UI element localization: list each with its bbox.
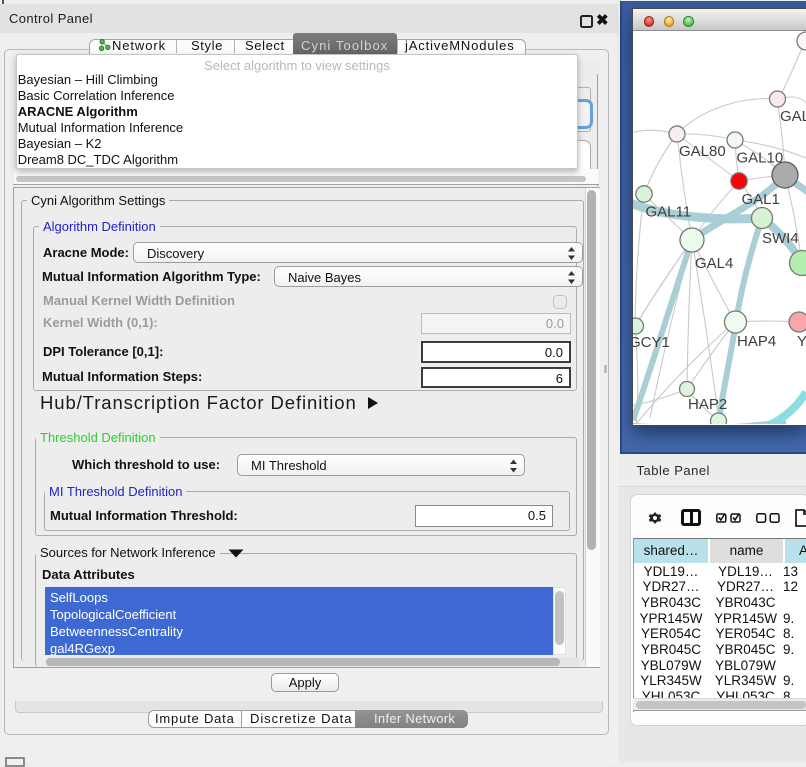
- svg-text:GAL11: GAL11: [646, 204, 692, 221]
- svg-text:HAP4: HAP4: [737, 333, 776, 350]
- svg-text:GAL1: GAL1: [742, 191, 780, 208]
- svg-text:GAL2: GAL2: [780, 108, 806, 125]
- svg-text:GAL10: GAL10: [737, 150, 784, 167]
- svg-text:SWI4: SWI4: [762, 230, 799, 247]
- svg-text:GAL4: GAL4: [695, 255, 733, 272]
- svg-text:Y: Y: [797, 333, 806, 350]
- svg-text:GCY1: GCY1: [633, 334, 670, 351]
- svg-text:GAL80: GAL80: [679, 143, 726, 160]
- svg-text:HAP2: HAP2: [688, 396, 727, 413]
